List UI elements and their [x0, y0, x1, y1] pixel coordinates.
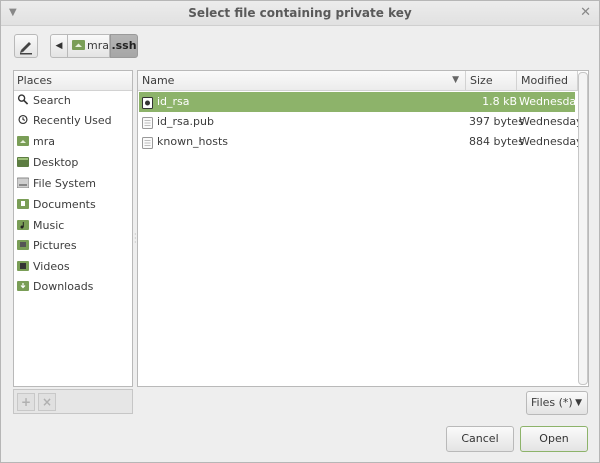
search-icon: [17, 94, 29, 105]
chevron-down-icon: ▼: [575, 398, 582, 408]
sidebar-item-label: Desktop: [33, 156, 79, 169]
sidebar-item-label: Music: [33, 219, 65, 232]
file-modified: Wednesday: [519, 115, 583, 128]
add-bookmark-button[interactable]: +: [17, 393, 35, 411]
file-size: 397 bytes: [469, 115, 524, 128]
path-back-button[interactable]: ◀: [50, 34, 68, 58]
sidebar-item-label: Pictures: [33, 239, 77, 252]
close-icon[interactable]: ✕: [580, 5, 591, 20]
open-button[interactable]: Open: [520, 426, 588, 452]
pencil-icon: [20, 42, 32, 55]
path-segment-mra[interactable]: mra: [68, 34, 110, 58]
key-file-icon: [142, 96, 153, 109]
column-header-label: Name: [142, 74, 175, 87]
sidebar-item-label: Search: [33, 94, 71, 107]
sidebar-item-label: Videos: [33, 260, 70, 273]
sidebar-item-label: mra: [33, 135, 55, 148]
drive-icon: [17, 177, 29, 188]
column-header-modified[interactable]: Modified: [517, 71, 578, 91]
sidebar-item-videos[interactable]: Videos: [17, 258, 131, 276]
window-title: Select file containing private key: [188, 6, 412, 20]
file-modified: Wednesday: [519, 95, 583, 108]
remove-bookmark-button[interactable]: ×: [38, 393, 56, 411]
recent-icon: [18, 114, 28, 125]
sidebar-item-label: Recently Used: [33, 114, 112, 127]
vertical-scrollbar[interactable]: [578, 72, 588, 385]
sidebar-item-pictures[interactable]: Pictures: [17, 237, 131, 255]
filter-value: Files (*): [531, 396, 573, 409]
table-row[interactable]: id_rsa 1.8 kB Wednesday: [139, 92, 583, 112]
pictures-folder-icon: [17, 240, 29, 250]
sidebar-item-file-system[interactable]: File System: [17, 175, 131, 193]
path-segment-label: mra: [87, 39, 109, 52]
sidebar-item-label: Documents: [33, 198, 96, 211]
videos-folder-icon: [17, 261, 29, 271]
file-modified: Wednesday: [519, 135, 583, 148]
file-type-filter[interactable]: Files (*) ▼: [526, 391, 588, 415]
file-name: known_hosts: [157, 135, 229, 148]
table-row[interactable]: id_rsa.pub 397 bytes Wednesday: [139, 112, 583, 132]
text-file-icon: [142, 116, 153, 129]
downloads-folder-icon: [17, 281, 29, 291]
sidebar-item-label: File System: [33, 177, 96, 190]
column-header-size[interactable]: Size: [466, 71, 517, 91]
desktop-icon: [17, 157, 29, 167]
sidebar-item-mra[interactable]: mra: [17, 133, 131, 151]
file-name: id_rsa: [157, 95, 190, 108]
path-segment-ssh[interactable]: .ssh: [110, 34, 138, 58]
sidebar-item-downloads[interactable]: Downloads: [17, 278, 131, 296]
type-location-button[interactable]: [14, 34, 38, 58]
sort-descending-icon: ▼: [452, 75, 459, 85]
documents-folder-icon: [17, 199, 29, 209]
sidebar-item-search[interactable]: Search: [17, 92, 131, 110]
arrow-left-icon: ◀: [55, 41, 63, 51]
places-sidebar: Places Search Recently Used mra Desktop …: [13, 70, 133, 387]
file-name: id_rsa.pub: [157, 115, 214, 128]
sidebar-item-desktop[interactable]: Desktop: [17, 154, 131, 172]
cancel-button[interactable]: Cancel: [446, 426, 514, 452]
titlebar: ▼ Select file containing private key ✕: [1, 1, 599, 26]
text-file-icon: [142, 136, 153, 149]
places-footer: + ×: [13, 389, 133, 414]
sidebar-item-label: Downloads: [33, 280, 94, 293]
file-size: 1.8 kB: [482, 95, 517, 108]
sidebar-item-recently-used[interactable]: Recently Used: [17, 112, 131, 130]
column-header-name[interactable]: Name ▼: [138, 71, 466, 91]
home-folder-icon: [72, 40, 85, 50]
table-row[interactable]: known_hosts 884 bytes Wednesday: [139, 132, 583, 152]
music-folder-icon: [17, 220, 29, 230]
home-folder-icon: [17, 136, 29, 146]
file-size: 884 bytes: [469, 135, 524, 148]
places-header: Places: [14, 71, 132, 91]
file-chooser-dialog: ▼ Select file containing private key ✕ ◀…: [0, 0, 600, 463]
sidebar-item-documents[interactable]: Documents: [17, 196, 131, 214]
file-list: Name ▼ Size Modified id_rsa 1.8 kB Wedne…: [137, 70, 589, 387]
sidebar-item-music[interactable]: Music: [17, 217, 131, 235]
